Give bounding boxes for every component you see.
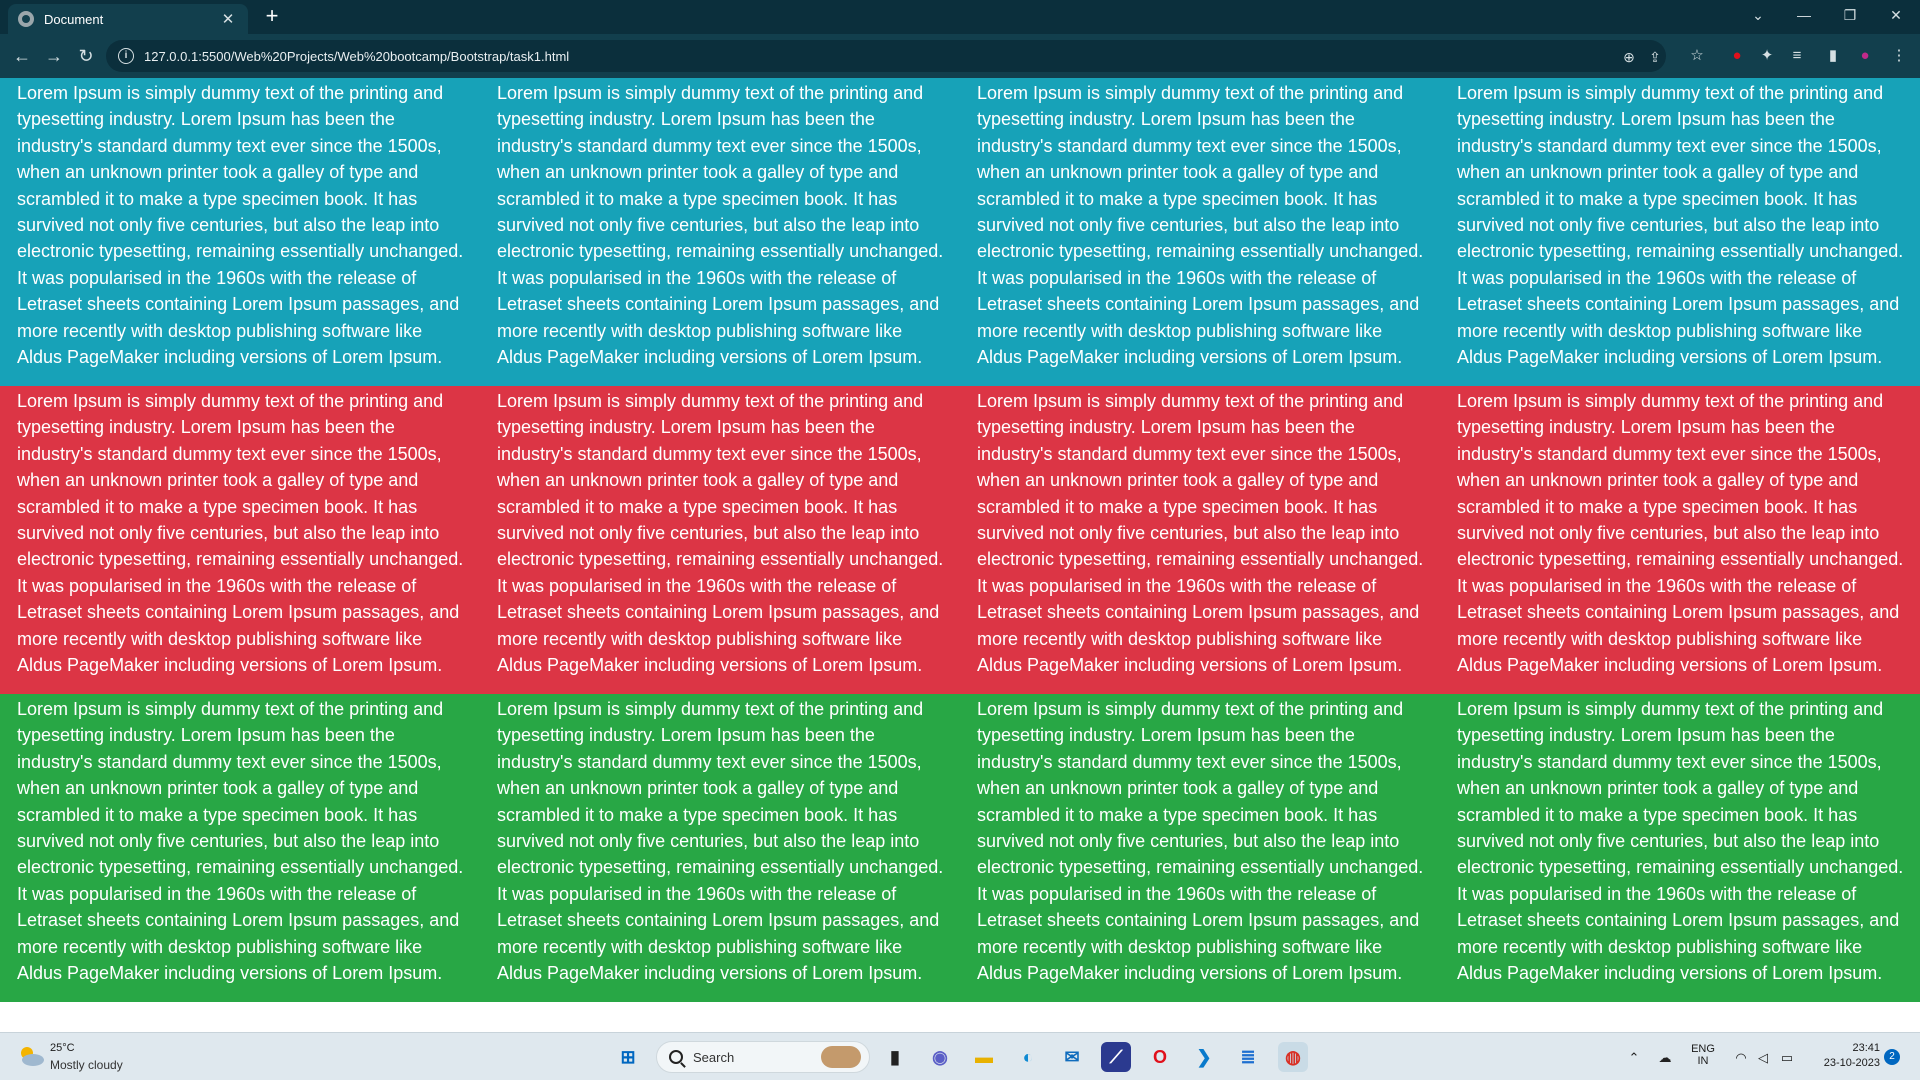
row-success: Lorem Ipsum is simply dummy text of the … <box>0 694 1920 1002</box>
lorem-paragraph: Lorem Ipsum is simply dummy text of the … <box>977 699 1424 984</box>
notepad-icon[interactable]: ≣ <box>1233 1042 1263 1072</box>
column: Lorem Ipsum is simply dummy text of the … <box>0 694 480 1002</box>
zoom-icon[interactable]: ⊕ <box>1620 48 1638 66</box>
column: Lorem Ipsum is simply dummy text of the … <box>1440 386 1920 694</box>
share-icon[interactable]: ⇪ <box>1646 48 1664 66</box>
browser-menu-icon[interactable]: ⋮ <box>1888 45 1910 67</box>
column: Lorem Ipsum is simply dummy text of the … <box>480 386 960 694</box>
task-view-icon[interactable]: ▮ <box>880 1042 910 1072</box>
column: Lorem Ipsum is simply dummy text of the … <box>960 694 1440 1002</box>
weather-description: Mostly cloudy <box>50 1058 123 1072</box>
back-button[interactable]: ← <box>10 44 34 68</box>
lorem-paragraph: Lorem Ipsum is simply dummy text of the … <box>1457 699 1904 984</box>
lorem-paragraph: Lorem Ipsum is simply dummy text of the … <box>17 699 464 984</box>
forward-button[interactable]: → <box>42 44 66 68</box>
lorem-paragraph: Lorem Ipsum is simply dummy text of the … <box>497 391 944 676</box>
wifi-icon[interactable]: ◠ <box>1732 1049 1750 1067</box>
close-window-button[interactable]: ✕ <box>1874 0 1918 34</box>
tab-document[interactable]: Document ✕ <box>8 4 248 34</box>
edge-icon[interactable]: ◐ <box>1013 1042 1043 1072</box>
lorem-paragraph: Lorem Ipsum is simply dummy text of the … <box>17 391 464 676</box>
reload-button[interactable]: ↻ <box>74 44 98 68</box>
language-code: ENG <box>1691 1043 1715 1055</box>
column: Lorem Ipsum is simply dummy text of the … <box>0 386 480 694</box>
row-danger: Lorem Ipsum is simply dummy text of the … <box>0 386 1920 694</box>
profile-avatar-icon[interactable]: ● <box>1854 45 1876 67</box>
search-highlight-image <box>821 1046 861 1068</box>
minimize-button[interactable]: — <box>1782 0 1826 34</box>
column: Lorem Ipsum is simply dummy text of the … <box>1440 694 1920 1002</box>
weather-temperature: 25°C <box>50 1042 75 1054</box>
opera-icon[interactable]: O <box>1145 1042 1175 1072</box>
lorem-paragraph: Lorem Ipsum is simply dummy text of the … <box>497 83 944 368</box>
mail-icon[interactable]: ✉ <box>1057 1042 1087 1072</box>
tab-title: Document <box>44 11 104 27</box>
tab-search-chevron-icon[interactable]: ⌄ <box>1736 0 1780 34</box>
media-control-icon[interactable]: ≡ <box>1786 45 1808 67</box>
lorem-paragraph: Lorem Ipsum is simply dummy text of the … <box>497 699 944 984</box>
tab-close-icon[interactable]: ✕ <box>218 10 238 28</box>
file-explorer-icon[interactable]: ▬ <box>969 1042 999 1072</box>
taskbar-search[interactable]: Search <box>656 1041 870 1073</box>
vscode-icon[interactable]: ❯ <box>1189 1042 1219 1072</box>
column: Lorem Ipsum is simply dummy text of the … <box>0 78 480 386</box>
chrome-icon[interactable]: ◍ <box>1278 1042 1308 1072</box>
weather-cloud-icon[interactable] <box>16 1043 46 1069</box>
side-panel-icon[interactable]: ▮ <box>1822 45 1844 67</box>
tray-chevron-icon[interactable]: ⌃ <box>1625 1049 1643 1067</box>
lorem-paragraph: Lorem Ipsum is simply dummy text of the … <box>1457 83 1904 368</box>
search-label: Search <box>693 1049 735 1065</box>
row-info: Lorem Ipsum is simply dummy text of the … <box>0 78 1920 386</box>
region-code: IN <box>1697 1055 1709 1067</box>
clock-time: 23:41 <box>1852 1042 1880 1054</box>
lorem-paragraph: Lorem Ipsum is simply dummy text of the … <box>1457 391 1904 676</box>
notification-badge[interactable]: 2 <box>1884 1049 1900 1065</box>
onedrive-icon[interactable]: ☁ <box>1656 1049 1674 1067</box>
address-bar[interactable]: i 127.0.0.1:5500/Web%20Projects/Web%20bo… <box>106 40 1666 72</box>
browser-titlebar: Document ✕ + ⌄ — ❐ ✕ <box>0 0 1920 34</box>
lorem-paragraph: Lorem Ipsum is simply dummy text of the … <box>17 83 464 368</box>
start-icon[interactable]: ⊞ <box>613 1042 643 1072</box>
battery-icon[interactable]: ▭ <box>1778 1049 1796 1067</box>
column: Lorem Ipsum is simply dummy text of the … <box>1440 78 1920 386</box>
browser-toolbar: ← → ↻ i 127.0.0.1:5500/Web%20Projects/We… <box>0 34 1920 78</box>
clock-date: 23-10-2023 <box>1823 1057 1880 1069</box>
address-url[interactable]: 127.0.0.1:5500/Web%20Projects/Web%20boot… <box>144 49 569 64</box>
column: Lorem Ipsum is simply dummy text of the … <box>480 694 960 1002</box>
page-viewport: Lorem Ipsum is simply dummy text of the … <box>0 78 1920 1032</box>
language-indicator[interactable]: ENG IN <box>1690 1043 1716 1067</box>
search-icon <box>669 1050 683 1064</box>
clock[interactable]: 23:41 23-10-2023 <box>1808 1042 1880 1069</box>
column: Lorem Ipsum is simply dummy text of the … <box>960 386 1440 694</box>
restore-button[interactable]: ❐ <box>1828 0 1872 34</box>
volume-icon[interactable]: ◁ <box>1754 1049 1772 1067</box>
page-favicon-icon <box>18 11 34 27</box>
site-info-icon[interactable]: i <box>118 48 134 64</box>
column: Lorem Ipsum is simply dummy text of the … <box>960 78 1440 386</box>
teams-chat-icon[interactable]: ◉ <box>925 1042 955 1072</box>
vscode-insiders-icon[interactable]: ⟋ <box>1101 1042 1131 1072</box>
column: Lorem Ipsum is simply dummy text of the … <box>480 78 960 386</box>
opera-extension-icon[interactable]: ● <box>1726 45 1748 67</box>
lorem-paragraph: Lorem Ipsum is simply dummy text of the … <box>977 83 1424 368</box>
windows-taskbar: 25°C Mostly cloudy ⊞ Search ▮ ◉ ▬ ◐ ✉ ⟋ … <box>0 1032 1920 1080</box>
bookmark-star-icon[interactable]: ☆ <box>1686 45 1708 67</box>
extensions-puzzle-icon[interactable]: ✦ <box>1756 45 1778 67</box>
lorem-paragraph: Lorem Ipsum is simply dummy text of the … <box>977 391 1424 676</box>
new-tab-button[interactable]: + <box>258 4 286 30</box>
